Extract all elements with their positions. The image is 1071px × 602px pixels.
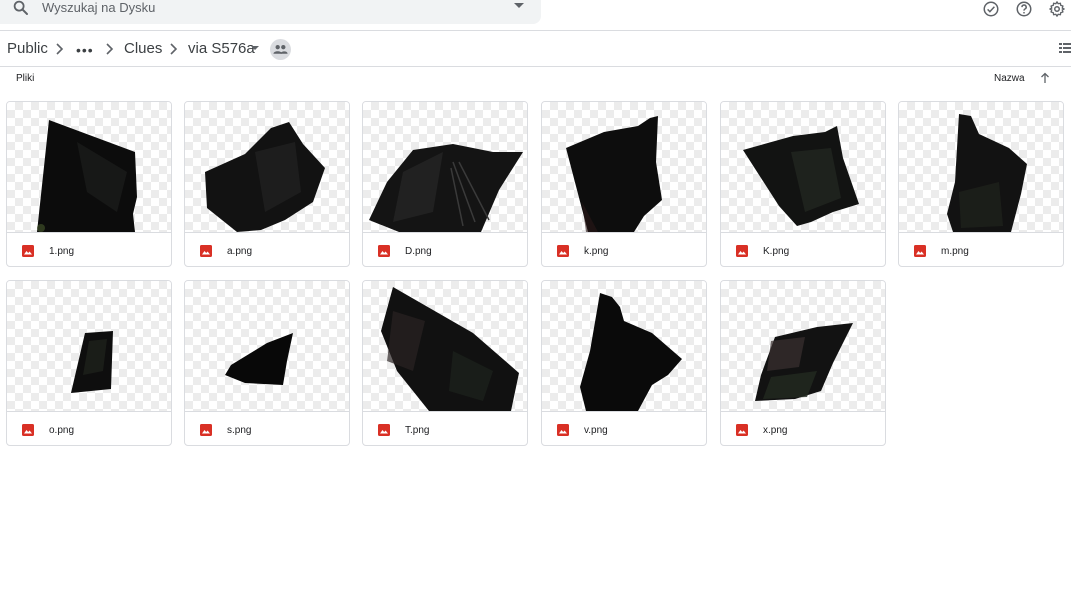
image-file-icon: [200, 245, 212, 257]
image-file-icon: [914, 245, 926, 257]
file-name: K.png: [763, 246, 790, 257]
file-name: v.png: [584, 425, 608, 436]
file-card[interactable]: v.png: [541, 280, 707, 446]
shared-people-icon[interactable]: [270, 39, 291, 60]
file-card[interactable]: x.png: [720, 280, 886, 446]
file-thumbnail: [363, 281, 527, 411]
file-name: D.png: [405, 246, 432, 257]
sort-ascending-arrow-icon[interactable]: [1040, 72, 1050, 84]
file-footer: D.png: [363, 232, 527, 266]
offline-check-icon[interactable]: [982, 0, 1000, 18]
file-thumbnail: [363, 102, 527, 232]
file-card[interactable]: k.png: [541, 101, 707, 267]
file-footer: a.png: [185, 232, 349, 266]
image-file-icon: [22, 424, 34, 436]
image-file-icon: [200, 424, 212, 436]
image-file-icon: [378, 424, 390, 436]
file-thumbnail: [721, 281, 885, 411]
file-name: k.png: [584, 246, 609, 257]
search-box[interactable]: Wyszukaj na Dysku: [0, 0, 541, 24]
file-thumbnail: [542, 281, 706, 411]
file-footer: k.png: [542, 232, 706, 266]
file-card[interactable]: m.png: [898, 101, 1064, 267]
search-icon[interactable]: [12, 0, 30, 17]
file-name: o.png: [49, 425, 75, 436]
sort-by-name-button[interactable]: Nazwa: [994, 73, 1025, 84]
breadcrumb-item-clues[interactable]: Clues: [124, 40, 162, 57]
file-footer: s.png: [185, 411, 349, 445]
file-card[interactable]: s.png: [184, 280, 350, 446]
image-file-icon: [557, 245, 569, 257]
file-footer: m.png: [899, 232, 1063, 266]
search-input[interactable]: Wyszukaj na Dysku: [42, 0, 155, 15]
file-thumbnail: [899, 102, 1063, 232]
file-thumbnail: [542, 102, 706, 232]
search-options-icon[interactable]: [514, 3, 524, 8]
file-name: a.png: [227, 246, 253, 257]
top-bar: Wyszukaj na Dysku: [0, 0, 1071, 30]
file-card[interactable]: K.png: [720, 101, 886, 267]
file-footer: v.png: [542, 411, 706, 445]
file-card[interactable]: D.png: [362, 101, 528, 267]
list-view-icon[interactable]: [1059, 42, 1071, 54]
file-thumbnail: [185, 102, 349, 232]
file-name: s.png: [227, 425, 252, 436]
settings-gear-icon[interactable]: [1048, 0, 1066, 18]
file-footer: x.png: [721, 411, 885, 445]
image-file-icon: [557, 424, 569, 436]
chevron-right-icon: [106, 43, 114, 55]
image-file-icon: [736, 245, 748, 257]
file-footer: o.png: [7, 411, 171, 445]
breadcrumb-more-button[interactable]: •••: [76, 43, 94, 57]
breadcrumb-item-current-folder[interactable]: via S576a: [188, 40, 255, 57]
breadcrumb: Public ••• Clues via S576a: [0, 31, 1071, 66]
file-footer: T.png: [363, 411, 527, 445]
file-thumbnail: [7, 281, 171, 411]
file-footer: K.png: [721, 232, 885, 266]
file-card[interactable]: a.png: [184, 101, 350, 267]
image-file-icon: [736, 424, 748, 436]
file-footer: 1.png: [7, 232, 171, 266]
breadcrumb-item-public[interactable]: Public: [7, 40, 48, 57]
file-name: x.png: [763, 425, 788, 436]
folder-menu-dropdown-icon[interactable]: [251, 46, 259, 50]
file-name: m.png: [941, 246, 969, 257]
file-thumbnail: [185, 281, 349, 411]
file-card[interactable]: o.png: [6, 280, 172, 446]
file-thumbnail: [721, 102, 885, 232]
file-name: 1.png: [49, 246, 75, 257]
file-thumbnail: [7, 102, 171, 232]
file-name: T.png: [405, 425, 430, 436]
help-icon[interactable]: [1015, 0, 1033, 18]
chevron-right-icon: [170, 43, 178, 55]
breadcrumb-divider: [0, 66, 1071, 67]
image-file-icon: [22, 245, 34, 257]
file-card[interactable]: 1.png: [6, 101, 172, 267]
chevron-right-icon: [56, 43, 64, 55]
image-file-icon: [378, 245, 390, 257]
file-card[interactable]: T.png: [362, 280, 528, 446]
section-title: Pliki: [16, 73, 35, 84]
